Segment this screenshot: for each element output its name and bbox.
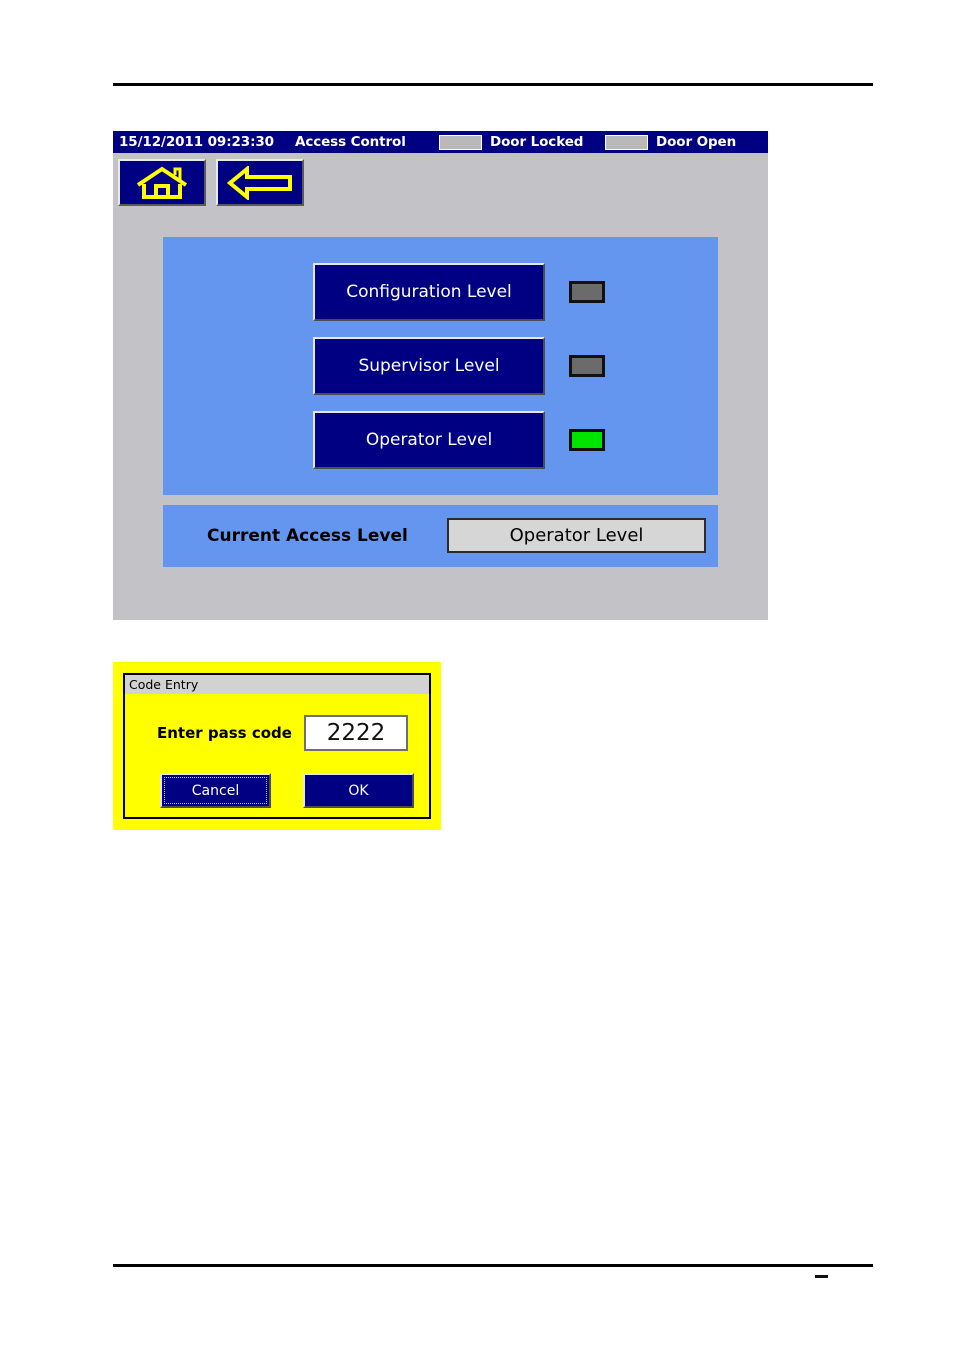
page-footer-rule <box>113 1264 873 1267</box>
configuration-level-lamp-icon <box>569 281 605 303</box>
door-locked-label: Door Locked <box>490 134 584 150</box>
supervisor-level-lamp-icon <box>569 355 605 377</box>
titlebar-screen-name: Access Control <box>294 134 406 150</box>
current-access-level-panel: Current Access Level Operator Level <box>163 505 718 567</box>
home-icon <box>136 166 188 199</box>
ok-button-label: OK <box>348 782 369 799</box>
supervisor-level-button[interactable]: Supervisor Level <box>313 337 545 395</box>
pass-code-input[interactable]: 2222 <box>304 715 408 751</box>
configuration-level-button[interactable]: Configuration Level <box>313 263 545 321</box>
nav-button-row <box>118 159 304 206</box>
current-access-level-label: Current Access Level <box>207 526 408 546</box>
hmi-titlebar: 15/12/2011 09:23:30 Access Control Door … <box>113 131 768 153</box>
door-open-lamp-icon <box>605 134 648 150</box>
access-level-panel: Configuration Level Supervisor Level Ope… <box>163 237 718 495</box>
back-button[interactable] <box>216 159 304 206</box>
status-door-open: Door Open <box>605 131 736 153</box>
code-entry-title: Code Entry <box>129 677 199 692</box>
hmi-screen: 15/12/2011 09:23:30 Access Control Door … <box>113 131 768 620</box>
code-entry-titlebar: Code Entry <box>125 675 429 694</box>
configuration-level-label: Configuration Level <box>346 282 512 302</box>
access-level-row-configuration: Configuration Level <box>313 263 605 321</box>
current-access-level-value: Operator Level <box>447 518 706 553</box>
operator-level-label: Operator Level <box>365 430 493 450</box>
home-button[interactable] <box>118 159 206 206</box>
ok-button[interactable]: OK <box>303 773 414 808</box>
left-arrow-icon <box>227 165 292 200</box>
page-header-rule <box>113 83 873 86</box>
access-level-row-operator: Operator Level <box>313 411 605 469</box>
door-locked-lamp-icon <box>439 134 482 150</box>
cancel-button-label: Cancel <box>191 782 240 799</box>
operator-level-button[interactable]: Operator Level <box>313 411 545 469</box>
code-entry-button-row: Cancel OK <box>125 773 429 811</box>
code-entry-dialog-body: Code Entry Enter pass code 2222 Cancel O… <box>123 673 431 819</box>
supervisor-level-label: Supervisor Level <box>358 356 500 376</box>
titlebar-datetime: 15/12/2011 09:23:30 <box>119 134 274 150</box>
cancel-button[interactable]: Cancel <box>160 773 271 808</box>
page-number-mark <box>815 1275 828 1278</box>
status-door-locked: Door Locked <box>439 131 583 153</box>
code-entry-dialog: Code Entry Enter pass code 2222 Cancel O… <box>113 662 441 830</box>
pass-code-label: Enter pass code <box>157 724 292 742</box>
access-level-row-supervisor: Supervisor Level <box>313 337 605 395</box>
pass-code-field-row: Enter pass code 2222 <box>125 712 429 754</box>
door-open-label: Door Open <box>656 134 737 150</box>
operator-level-lamp-icon <box>569 429 605 451</box>
